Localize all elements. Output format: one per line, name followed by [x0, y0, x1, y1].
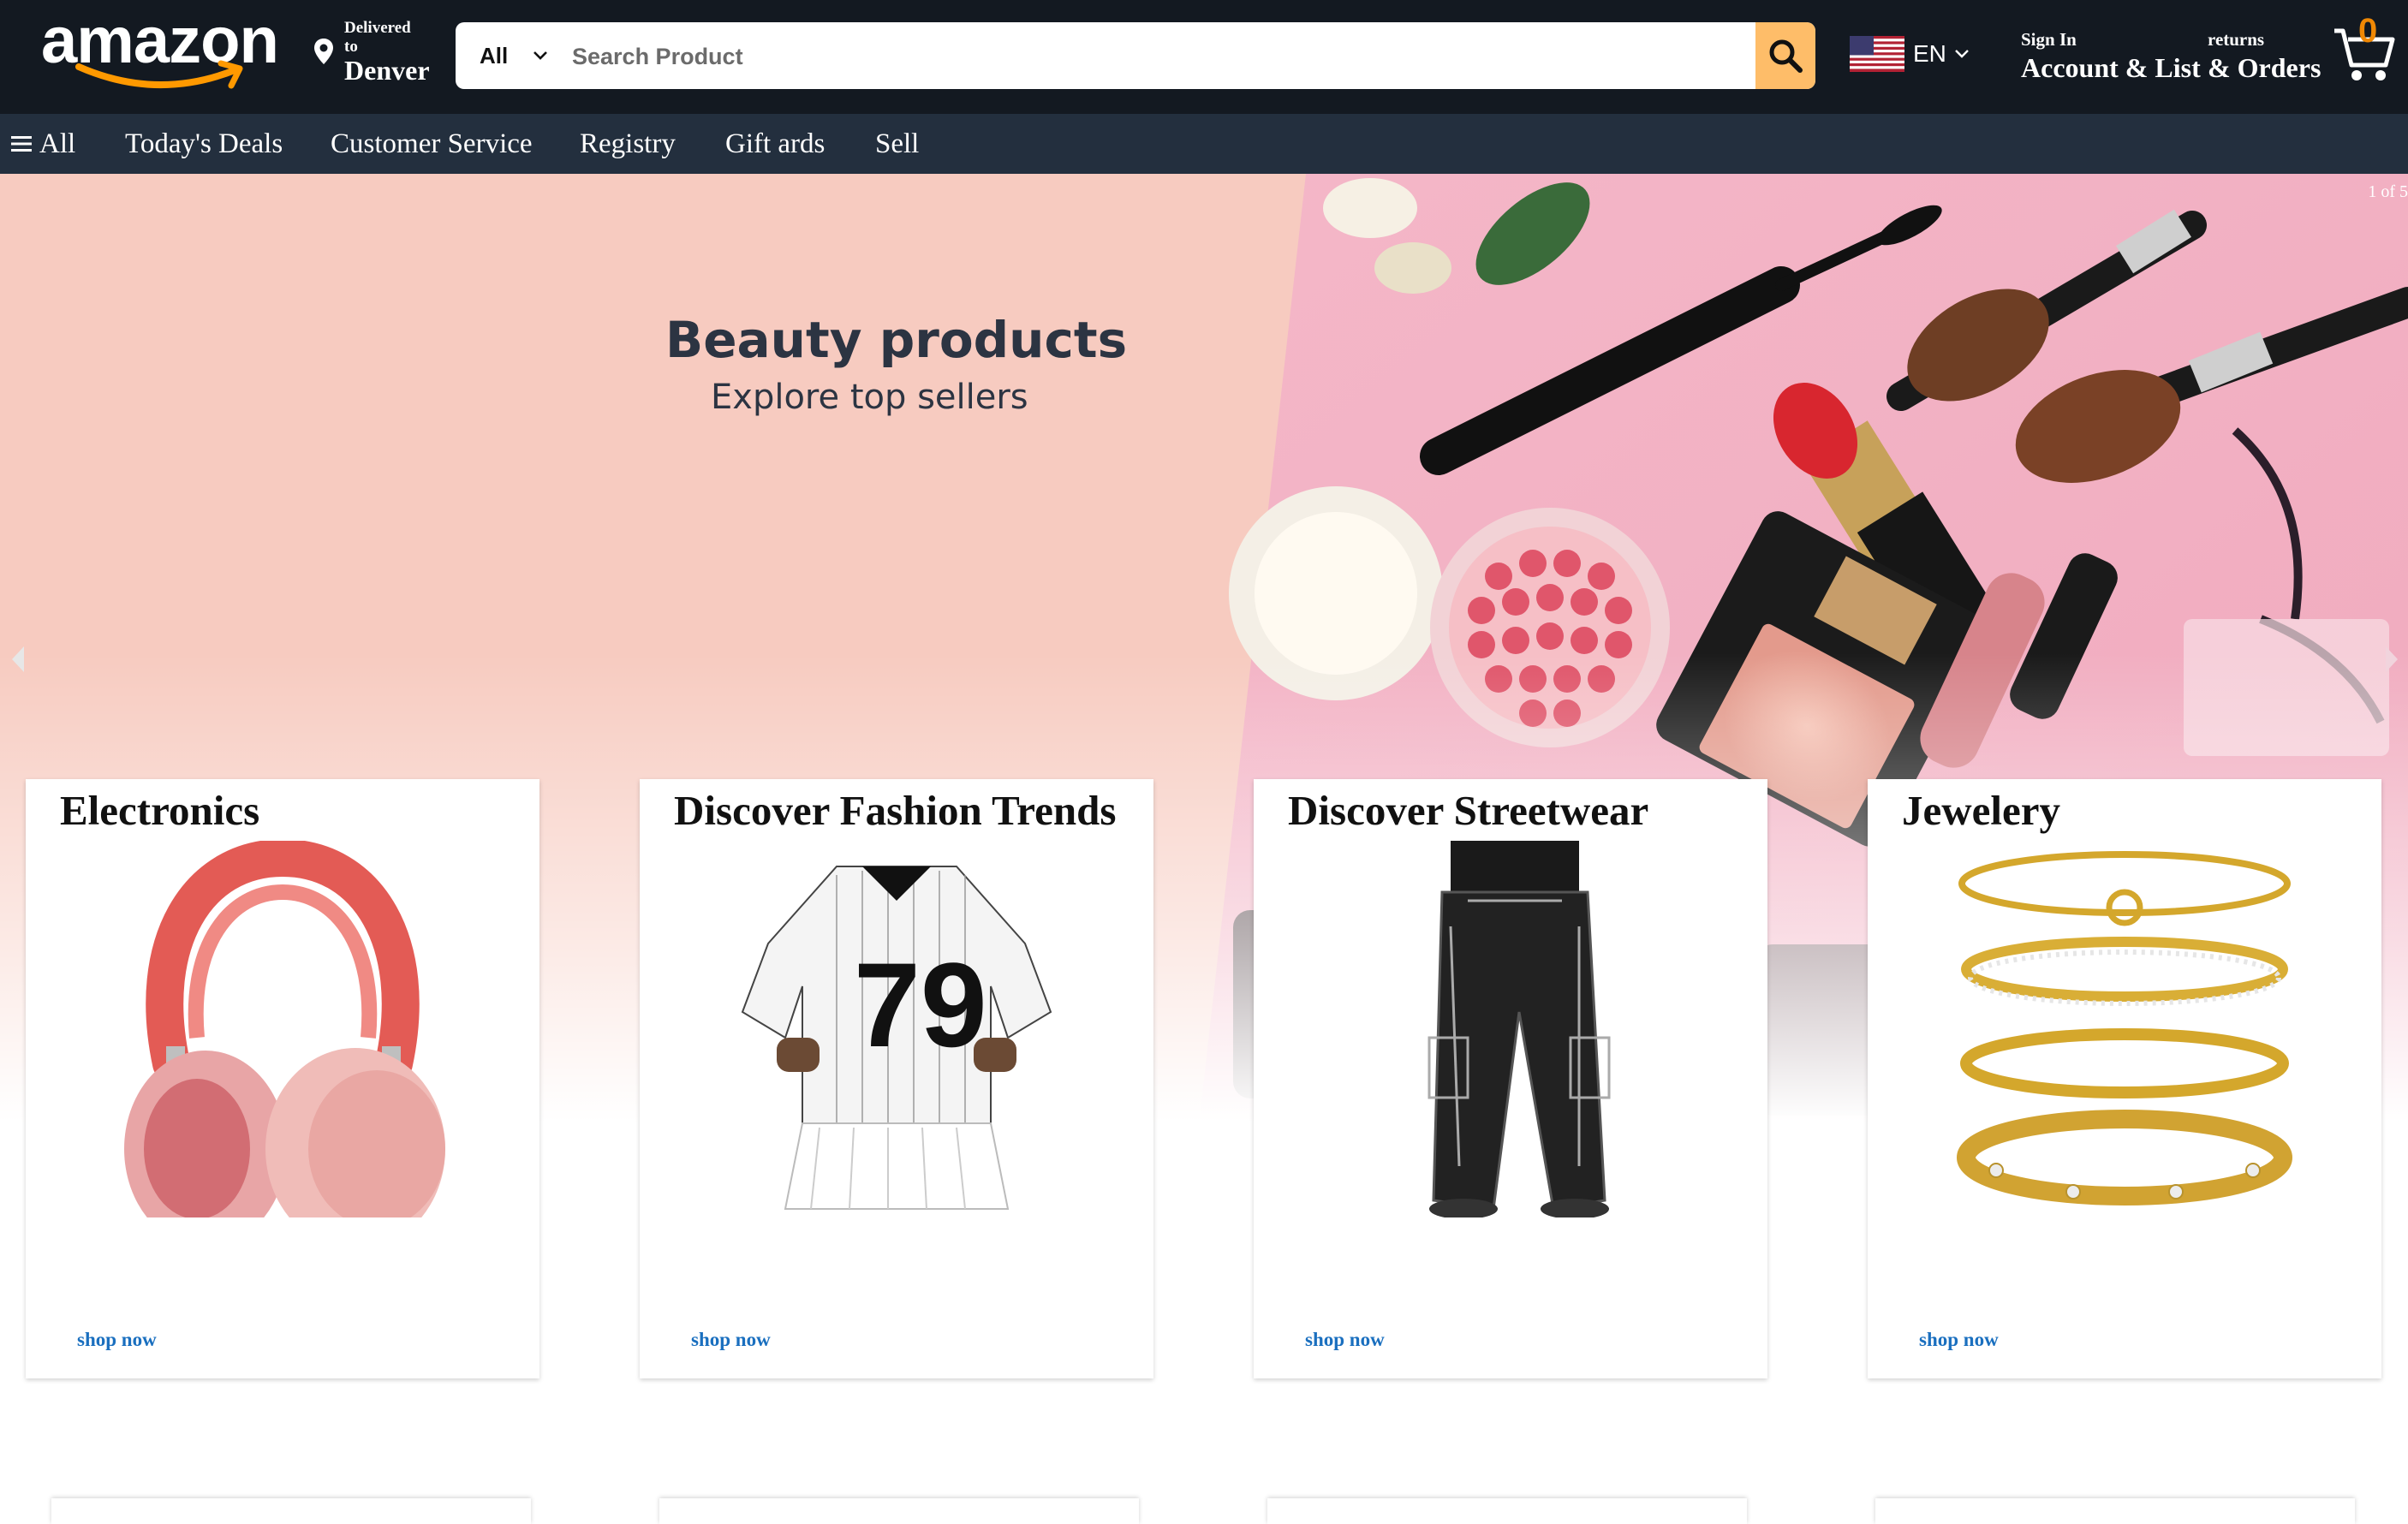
streetwear-pants-image[interactable] — [1322, 841, 1699, 1217]
bracelets-image[interactable] — [1936, 841, 2313, 1217]
chevron-down-icon — [1955, 50, 1969, 58]
signin-label: Sign In — [2021, 29, 2077, 50]
returns-label: returns — [2208, 29, 2265, 50]
svg-text:79: 79 — [854, 938, 987, 1072]
search-category-dropdown[interactable]: All — [456, 22, 558, 89]
category-card-electronics[interactable]: Electronics shop now — [26, 779, 539, 1378]
category-card-row2 — [51, 1498, 531, 1524]
search-category-label: All — [480, 42, 509, 68]
shop-now-link[interactable]: shop now — [1305, 1329, 1385, 1351]
shop-now-link[interactable]: shop now — [1919, 1329, 1999, 1351]
shop-now-link[interactable]: shop now — [691, 1329, 771, 1351]
language-label: EN — [1913, 40, 1946, 67]
category-card-row2 — [1267, 1498, 1747, 1524]
search-bar: All — [456, 22, 1815, 89]
nav-item-sell[interactable]: Sell — [875, 114, 919, 174]
card-title: Discover Streetwear — [1288, 787, 1649, 834]
carousel-prev-arrow-icon[interactable] — [9, 645, 27, 674]
orders-label: & Orders — [2208, 52, 2322, 83]
carousel-counter: 1 of 5 — [2368, 182, 2408, 201]
hamburger-menu-icon — [11, 136, 32, 152]
category-card-fashion-trends[interactable]: Discover Fashion Trends 79 shop now — [640, 779, 1153, 1378]
nav-all-menu[interactable]: All — [10, 114, 75, 174]
category-card-jewelery[interactable]: Jewelery shop now — [1868, 779, 2381, 1378]
location-pin-icon — [314, 39, 333, 64]
deliver-city: Denver — [344, 55, 430, 86]
us-flag-icon — [1850, 36, 1904, 72]
hero-subtitle: Explore top sellers — [711, 378, 1028, 417]
chevron-down-icon — [533, 51, 548, 60]
category-card-row2 — [659, 1498, 1139, 1524]
category-card-row2 — [1875, 1498, 2355, 1524]
deliver-to-label: to — [344, 38, 358, 56]
search-button[interactable] — [1755, 22, 1815, 89]
card-title: Jewelery — [1902, 787, 2060, 834]
search-icon — [1769, 39, 1803, 73]
cart-button[interactable]: 0 — [2331, 12, 2396, 86]
account-list-label: Account & List — [2021, 52, 2201, 83]
hero-title: Beauty products — [665, 311, 1128, 369]
language-selector[interactable]: EN — [1850, 33, 1970, 75]
cart-count: 0 — [2358, 12, 2378, 50]
returns-orders[interactable]: returns & Orders — [2208, 29, 2321, 84]
carousel-next-arrow-icon[interactable] — [2382, 645, 2401, 674]
search-input[interactable] — [570, 22, 1687, 89]
headphones-image[interactable] — [94, 841, 471, 1217]
card-title: Discover Fashion Trends — [674, 787, 1117, 834]
top-header: amazon Delivered to Denver All Search Pr… — [0, 0, 2408, 114]
shop-now-link[interactable]: shop now — [77, 1329, 157, 1351]
deliver-label: Delivered — [344, 19, 411, 37]
nav-item-gift-cards[interactable]: Gift ards — [725, 114, 825, 174]
account-menu[interactable]: Sign In Account & List — [2021, 29, 2201, 84]
delivery-location[interactable]: Delivered to Denver — [313, 17, 442, 94]
nav-all-label: All — [39, 128, 76, 159]
category-card-streetwear[interactable]: Discover Streetwear shop now — [1254, 779, 1767, 1378]
card-title: Electronics — [60, 787, 260, 834]
nav-item-registry[interactable]: Registry — [580, 114, 676, 174]
fashion-jersey-image[interactable]: 79 — [708, 841, 1085, 1217]
amazon-logo[interactable]: amazon — [41, 3, 285, 98]
nav-bar: All Today's Deals Customer Service Regis… — [0, 114, 2408, 174]
nav-item-customer-service[interactable]: Customer Service — [331, 114, 533, 174]
logo-smile-icon — [75, 60, 243, 89]
nav-item-todays-deals[interactable]: Today's Deals — [125, 114, 283, 174]
